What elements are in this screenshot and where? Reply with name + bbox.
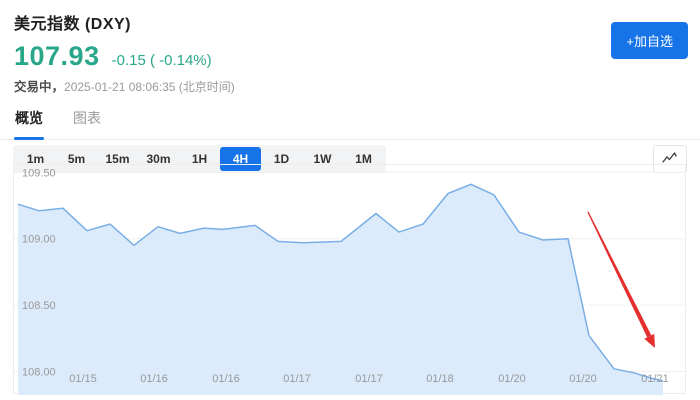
price-area-fill [18,184,663,395]
x-axis-label: 01/16 [140,373,168,385]
x-axis-label: 01/16 [212,373,240,385]
quote-page: 美元指数 (DXY) 107.93 -0.15 ( -0.14%) 交易中，20… [0,0,700,400]
x-axis-label: 01/15 [69,373,97,385]
quote-timestamp: 2025-01-21 08:06:35 (北京时间) [64,80,235,94]
y-axis-label: 109.00 [22,234,56,246]
price-row: 107.93 -0.15 ( -0.14%) [14,41,686,72]
trading-status: 交易中， [14,80,64,94]
x-axis-label: 01/17 [355,373,383,385]
x-axis-label: 01/18 [426,373,454,385]
price-chart[interactable]: 109.50 109.00 108.50 108.00 01/15 01/16 01/16 0… [13,164,686,394]
tab-bar: 概览 图表 [0,108,700,140]
page-title: 美元指数 (DXY) [14,10,686,34]
tab-chart[interactable]: 图表 [73,108,101,139]
price-change: -0.15 ( -0.14%) [112,52,212,69]
quote-header: 美元指数 (DXY) 107.93 -0.15 ( -0.14%) 交易中，20… [0,0,700,95]
y-axis-label: 108.00 [22,367,56,379]
down-arrow-annotation [587,212,651,338]
x-axis-label: 01/20 [569,373,597,385]
x-axis-label: 01/20 [498,373,526,385]
y-axis-label: 109.50 [22,167,56,179]
tab-overview[interactable]: 概览 [15,108,43,139]
y-axis-label: 108.50 [22,300,56,312]
x-axis-label: 01/21 [641,373,669,385]
x-axis-label: 01/17 [283,373,311,385]
add-watchlist-button[interactable]: +加自选 [611,22,688,59]
status-row: 交易中，2025-01-21 08:06:35 (北京时间) [14,76,686,95]
last-price: 107.93 [14,41,100,72]
